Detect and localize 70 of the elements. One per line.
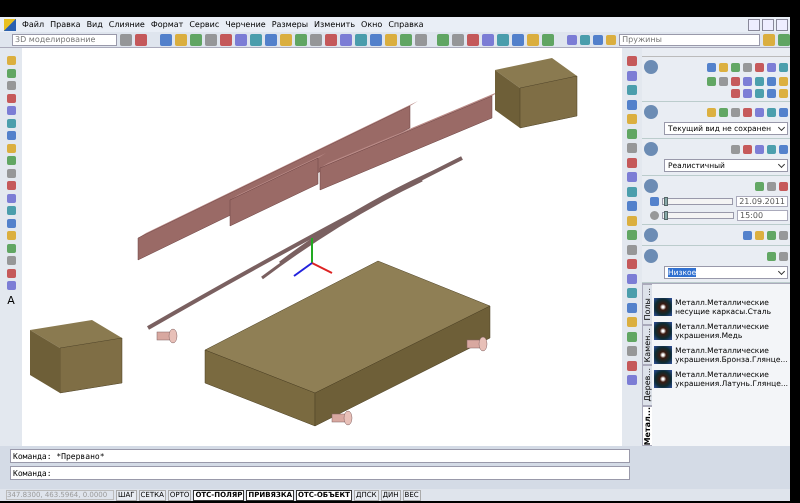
text-tool-icon[interactable]: A [7, 294, 15, 306]
tool-icon[interactable] [593, 34, 604, 44]
visual-style-icon[interactable] [644, 142, 658, 156]
tool-icon[interactable] [762, 34, 775, 46]
tool-icon[interactable] [135, 34, 148, 46]
menu-item[interactable]: Изменить [314, 20, 356, 29]
tool-icon[interactable] [340, 34, 352, 46]
menu-item[interactable]: Справка [388, 20, 424, 29]
tool-icon[interactable] [606, 34, 616, 44]
tool-icon[interactable] [205, 34, 218, 46]
tool-icon[interactable] [437, 34, 450, 46]
material-swatch-icon[interactable] [654, 322, 672, 340]
ucs-icon [293, 238, 332, 277]
tool-icon[interactable] [542, 34, 554, 46]
tool-icon[interactable] [160, 34, 172, 46]
layer-dropdown[interactable]: Пружины [619, 34, 760, 46]
tool-icon[interactable] [175, 34, 188, 46]
tool-icon[interactable] [400, 34, 412, 46]
menu-item[interactable]: Вид [86, 20, 103, 29]
date-field[interactable]: 21.09.2011 [736, 196, 788, 207]
menu-item[interactable]: Файл [22, 20, 44, 29]
app-logo-icon[interactable] [4, 18, 16, 30]
palette-tab[interactable]: Метал... [642, 406, 652, 446]
tool-icon[interactable] [355, 34, 368, 46]
calendar-icon [650, 197, 659, 206]
menu-item[interactable]: Черчение [225, 20, 266, 29]
tool-icon[interactable] [580, 34, 590, 44]
solids-icon[interactable] [644, 60, 658, 74]
menu-item[interactable]: Размеры [272, 20, 308, 29]
menu-item[interactable]: Сервис [189, 20, 220, 29]
menu-item[interactable]: Слияние [108, 20, 145, 29]
tool-icon[interactable] [325, 34, 338, 46]
workspace-dropdown[interactable]: 3D моделирование [12, 34, 118, 46]
screw-drawing [332, 410, 352, 426]
tool-icon[interactable] [220, 34, 232, 46]
tool-icon[interactable] [250, 34, 262, 46]
date-slider[interactable] [664, 197, 668, 206]
time-slider[interactable] [664, 211, 668, 220]
tool-icon[interactable] [295, 34, 308, 46]
menu-item[interactable]: Формат [150, 20, 184, 29]
tool-icon[interactable] [467, 34, 480, 46]
sun-icon[interactable] [644, 179, 658, 193]
material-swatch-icon[interactable] [654, 298, 672, 316]
tool-icon[interactable] [512, 34, 524, 46]
tool-icon[interactable] [385, 34, 398, 46]
tool-icon[interactable] [190, 34, 202, 46]
screw-drawing [466, 336, 488, 352]
tool-icon[interactable] [415, 34, 428, 46]
tool-icon[interactable] [497, 34, 510, 46]
material-swatch-icon[interactable] [654, 370, 672, 388]
material-swatch-icon[interactable] [654, 346, 672, 364]
clock-icon [650, 211, 659, 220]
materials-icon[interactable] [644, 228, 658, 242]
tool-icon[interactable] [482, 34, 494, 46]
tool-icon[interactable] [778, 34, 790, 46]
menu-item[interactable]: Окно [361, 20, 382, 29]
tool-icon[interactable] [120, 34, 132, 46]
navigation-icon[interactable] [644, 105, 658, 119]
tool-icon[interactable] [567, 34, 578, 44]
menu-item[interactable]: Правка [50, 20, 81, 29]
tool-icon[interactable] [452, 34, 464, 46]
render-icon[interactable] [644, 249, 658, 263]
tool-icon[interactable] [527, 34, 540, 46]
tool-icon[interactable] [265, 34, 278, 46]
tool-icon[interactable] [370, 34, 382, 46]
tool-icon[interactable] [235, 34, 248, 46]
time-field[interactable]: 15:00 [737, 210, 788, 221]
tool-icon[interactable] [280, 34, 292, 46]
tool-icon[interactable] [310, 34, 322, 46]
screw-drawing [156, 328, 178, 344]
